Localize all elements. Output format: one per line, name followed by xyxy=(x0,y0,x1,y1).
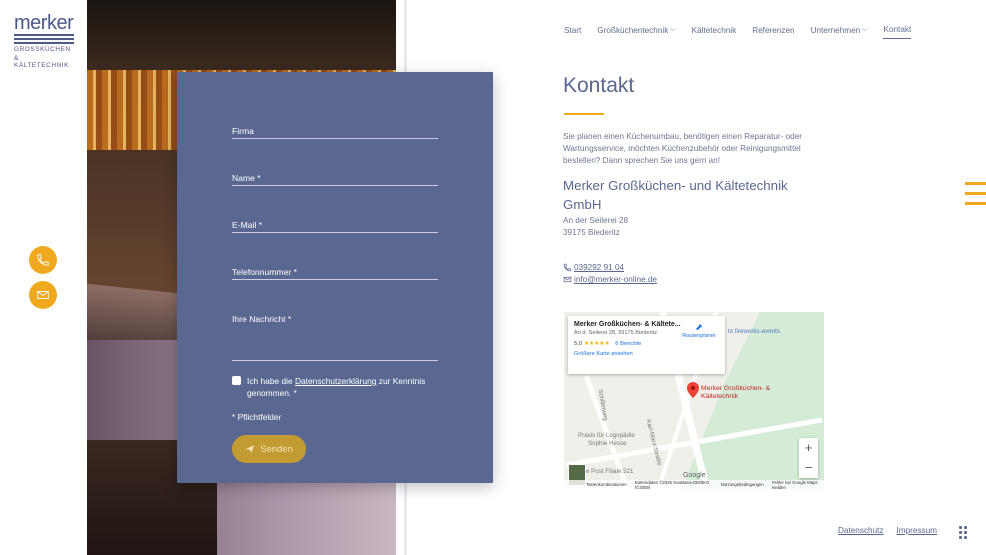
google-logo: Google xyxy=(683,472,706,479)
send-label: Senden xyxy=(260,443,293,455)
phone-field[interactable]: Telefonnummer * xyxy=(232,267,438,280)
paper-plane-icon xyxy=(245,445,255,454)
phone-button[interactable] xyxy=(29,246,57,274)
message-field[interactable]: Ihre Nachricht * xyxy=(232,314,438,361)
poi-fireworks: to fireworks-events xyxy=(728,328,780,335)
poi-post: e Post Filiale 521 xyxy=(586,468,634,475)
nav-referenzen[interactable]: Referenzen xyxy=(752,25,794,39)
address: An der Seilerei 28 39175 Biederitz xyxy=(563,215,628,239)
main-nav: Start Großküchentechnik ⌵ Kältetechnik Re… xyxy=(564,25,912,39)
map-pin-icon[interactable] xyxy=(687,382,699,398)
footer-links: Datenschutz Impressum xyxy=(838,526,937,535)
logo-subtitle-2: & KÄLTETECHNIK xyxy=(14,54,70,70)
zoom-in-button[interactable]: + xyxy=(799,438,818,458)
name-field[interactable]: Name * xyxy=(232,173,438,186)
logo[interactable]: merker GROSSKÜCHEN & KÄLTETECHNIK xyxy=(14,12,74,70)
nav-kontakt[interactable]: Kontakt xyxy=(883,25,912,39)
nav-kaeltetechnik[interactable]: Kältetechnik xyxy=(692,25,737,39)
map-report[interactable]: Fehler bei Google Maps melden xyxy=(772,480,824,490)
phone-icon xyxy=(37,254,49,266)
email-link[interactable]: info@merker-online.de xyxy=(563,275,657,284)
logo-wordmark: merker xyxy=(14,12,74,34)
contact-form: Firma Name * E-Mail * Telefonnummer * Ih… xyxy=(177,72,493,483)
chevron-down-icon: ⌵ xyxy=(670,26,676,33)
street-karl-marx: Karl-Marx-Straße xyxy=(644,418,663,467)
street: An der Seilerei 28 xyxy=(563,216,629,225)
chevron-down-icon: ⌵ xyxy=(862,26,868,33)
nav-start[interactable]: Start xyxy=(564,25,581,39)
privacy-link[interactable]: Datenschutzerklärung xyxy=(295,376,376,386)
route-planner-button[interactable]: ⬈ Routenplaner xyxy=(679,322,719,339)
company-field[interactable]: Firma xyxy=(232,126,438,139)
mail-icon xyxy=(563,276,572,283)
bigger-map-link[interactable]: Größere Karte ansehen xyxy=(574,351,719,357)
star-icons: ★★★★★ xyxy=(583,341,610,347)
privacy-consent: Ich habe die Datenschutzerklärung zur Ke… xyxy=(232,375,438,399)
send-button[interactable]: Senden xyxy=(232,435,306,463)
consent-checkbox[interactable] xyxy=(232,376,241,385)
company-name: Merker Großküchen- und Kältetechnik GmbH xyxy=(563,178,788,212)
map-data: Kartendaten ©2025 GeoBasis-DE/BKG (©2009… xyxy=(634,479,710,490)
consent-text: Ich habe die Datenschutzerklärung zur Ke… xyxy=(247,376,426,398)
hamburger-menu-icon[interactable] xyxy=(965,182,986,212)
map-zoom-control: + − xyxy=(799,438,818,478)
map-terms[interactable]: Nutzungsbedingungen xyxy=(721,482,764,487)
title-underline xyxy=(564,113,604,115)
logo-lines xyxy=(14,34,74,44)
accessibility-icon[interactable] xyxy=(959,526,967,539)
poi-praxis-1: Praxis für Logopädie xyxy=(578,432,635,439)
email-field[interactable]: E-Mail * xyxy=(232,220,438,233)
directions-icon: ⬈ xyxy=(695,322,703,332)
map-marker-label: Merker Großküchen- & Kältetechnik xyxy=(701,385,771,400)
imprint-footer-link[interactable]: Impressum xyxy=(897,526,938,535)
map-rating: 5,0 ★★★★★ 6 Berichte xyxy=(574,341,642,347)
intro-text: Sie planen einen Küchenumbau, benötigen … xyxy=(563,132,802,166)
reviews-link[interactable]: 6 Berichte xyxy=(615,341,641,347)
nav-unternehmen[interactable]: Unternehmen ⌵ xyxy=(811,25,868,39)
logo-subtitle-1: GROSSKÜCHEN xyxy=(14,46,71,53)
city: 39175 Biederitz xyxy=(563,228,620,238)
poi-praxis-2: Sophie Hesse xyxy=(588,440,627,447)
phone-icon xyxy=(563,263,572,272)
map-place-card: Merker Großküchen- & Kältete... An d. Se… xyxy=(568,316,725,374)
map-shortcuts[interactable]: Tastenkombinationen xyxy=(586,482,627,487)
email-button[interactable] xyxy=(29,281,57,309)
map-footer: Tastenkombinationen Kartendaten ©2025 Ge… xyxy=(564,480,824,489)
nav-grosskuechentechnik[interactable]: Großküchentechnik ⌵ xyxy=(597,25,675,39)
page-title: Kontakt xyxy=(563,74,635,97)
privacy-footer-link[interactable]: Datenschutz xyxy=(838,526,884,535)
mail-icon xyxy=(37,291,49,299)
required-note: * Pflichtfelder xyxy=(232,412,282,422)
phone-link[interactable]: 039292 91 04 xyxy=(563,263,624,272)
zoom-out-button[interactable]: − xyxy=(799,458,818,478)
google-map[interactable]: Merker Großküchen- & Kältete... An d. Se… xyxy=(564,312,824,489)
